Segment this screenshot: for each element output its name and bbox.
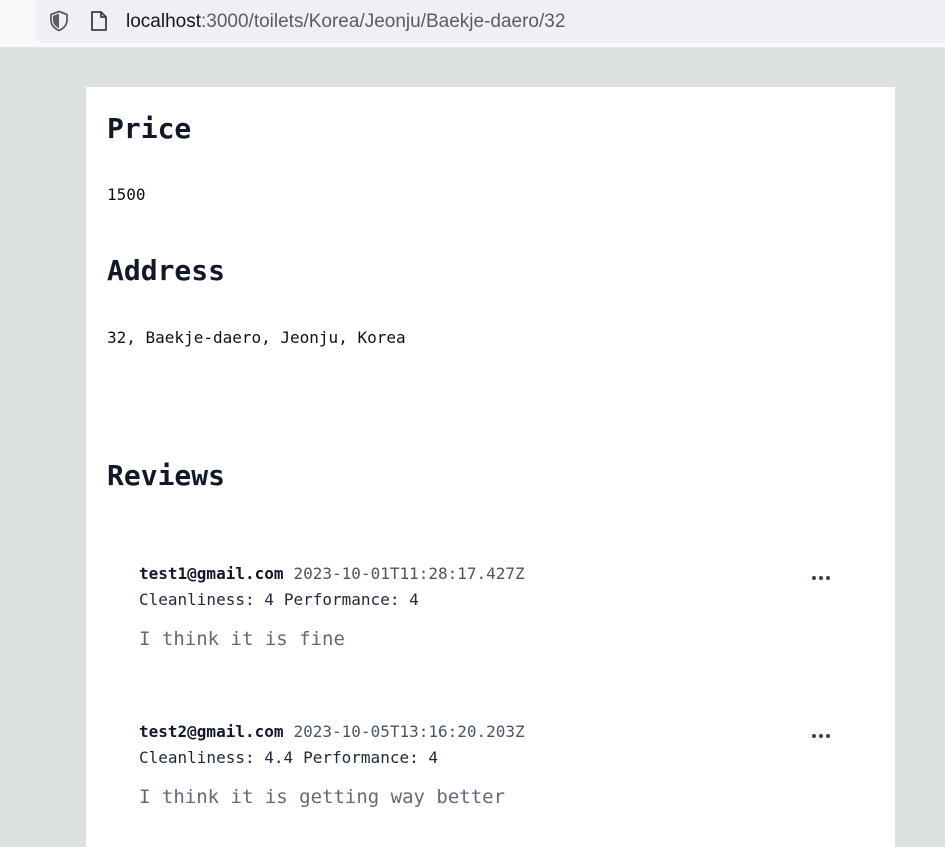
browser-toolbar: localhost:3000/toilets/Korea/Jeonju/Baek…: [0, 0, 945, 48]
review-author: test1@gmail.com: [139, 564, 284, 583]
price-value: 1500: [107, 185, 146, 204]
more-horizontal-icon: [812, 734, 830, 738]
url-host: localhost: [126, 11, 201, 32]
url-text[interactable]: localhost:3000/toilets/Korea/Jeonju/Baek…: [126, 10, 565, 34]
review-date: 2023-10-05T13:16:20.203Z: [293, 722, 525, 741]
page-icon: [88, 9, 110, 33]
more-horizontal-icon: [812, 576, 830, 580]
review-date: 2023-10-01T11:28:17.427Z: [293, 564, 525, 583]
cleanliness-score: Cleanliness: 4: [139, 590, 274, 609]
performance-score: Performance: 4: [303, 748, 438, 767]
address-value: 32, Baekje-daero, Jeonju, Korea: [107, 328, 406, 347]
content-card: Price 1500 Address 32, Baekje-daero, Jeo…: [86, 87, 895, 847]
review-text: I think it is fine: [139, 628, 345, 650]
review-meta: test1@gmail.com 2023-10-01T11:28:17.427Z: [139, 564, 525, 584]
review-more-button[interactable]: [807, 728, 835, 744]
review-scores: Cleanliness: 4 Performance: 4: [139, 590, 419, 610]
price-heading: Price: [107, 112, 192, 145]
review-scores: Cleanliness: 4.4 Performance: 4: [139, 748, 438, 768]
cleanliness-score: Cleanliness: 4.4: [139, 748, 294, 767]
review-meta: test2@gmail.com 2023-10-05T13:16:20.203Z: [139, 722, 525, 742]
address-heading: Address: [107, 254, 226, 287]
url-path: :3000/toilets/Korea/Jeonju/Baekje-daero/…: [201, 11, 566, 32]
performance-score: Performance: 4: [283, 590, 419, 609]
review-author: test2@gmail.com: [139, 722, 284, 741]
reviews-heading: Reviews: [107, 459, 226, 492]
review-more-button[interactable]: [807, 570, 835, 586]
review-text: I think it is getting way better: [139, 786, 506, 808]
shield-icon[interactable]: [47, 9, 71, 33]
